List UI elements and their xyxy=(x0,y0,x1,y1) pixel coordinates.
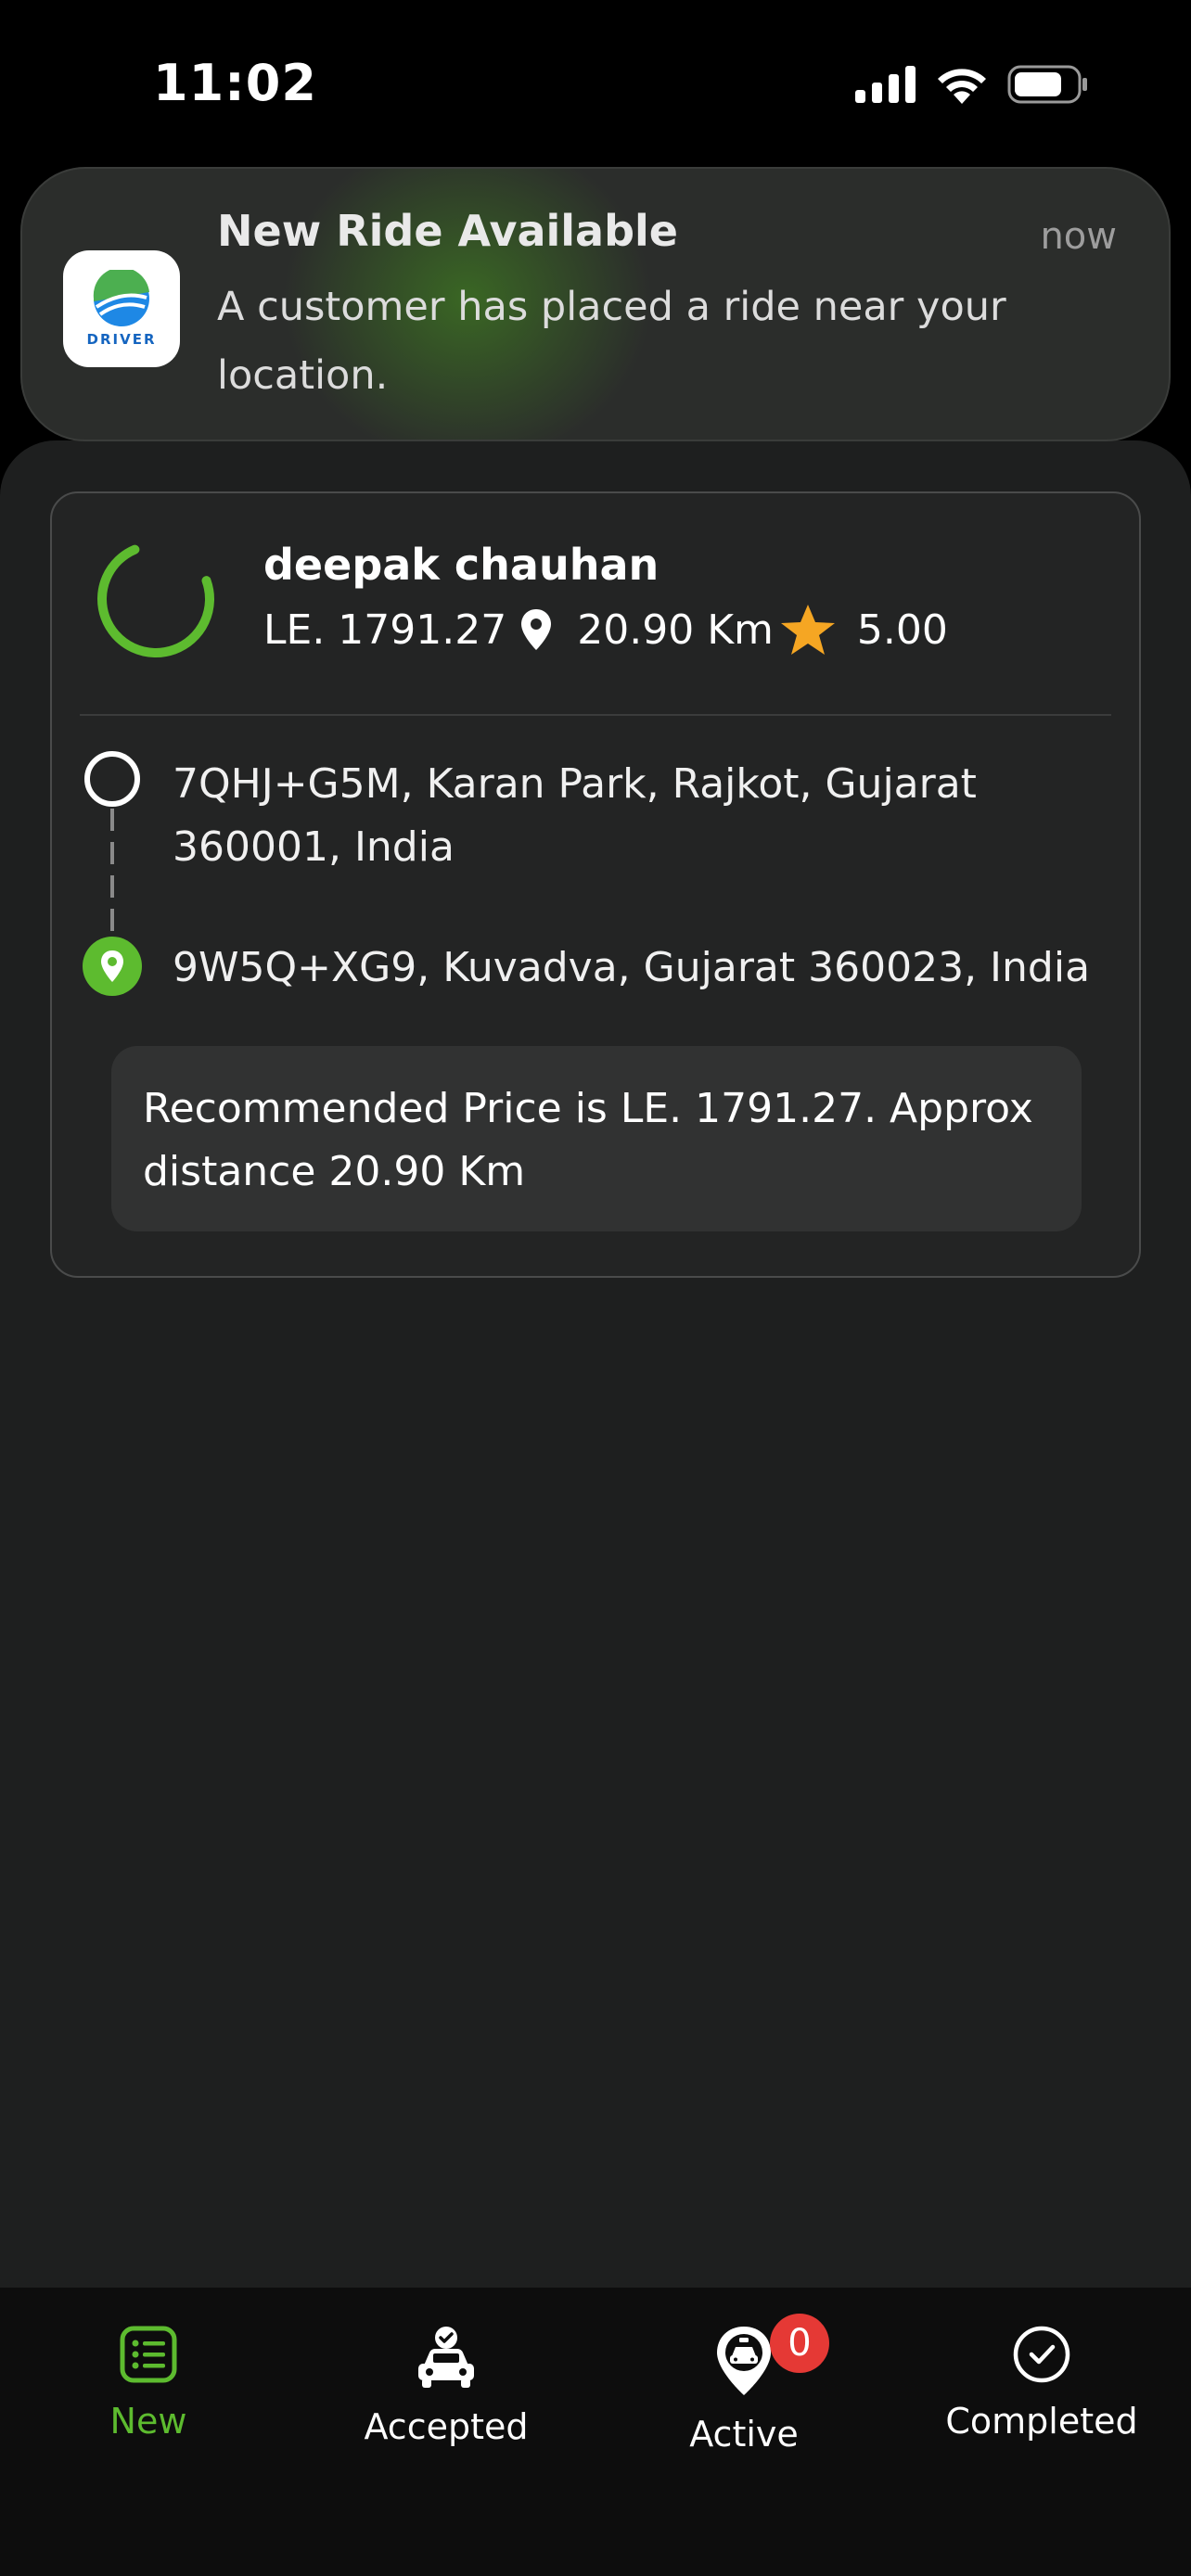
nav-item-accepted[interactable]: Accepted xyxy=(307,2325,585,2447)
status-time: 11:02 xyxy=(153,54,317,112)
car-check-icon xyxy=(418,2327,474,2388)
dropoff-address: 9W5Q+XG9, Kuvadva, Gujarat 360023, India xyxy=(173,944,1091,991)
nav-label-accepted: Accepted xyxy=(364,2406,529,2447)
nav-item-active[interactable]: 0 Active xyxy=(605,2314,883,2455)
pickup-marker-icon xyxy=(84,751,140,807)
price-recommendation-text: Recommended Price is LE. 1791.27. Approx… xyxy=(143,1085,1033,1195)
cellular-signal-icon xyxy=(855,66,916,103)
nav-label-active: Active xyxy=(689,2414,799,2455)
driver-app-icon: DRIVER xyxy=(63,250,180,367)
notification-body: A customer has placed a ride near your l… xyxy=(217,284,1006,399)
card-divider xyxy=(80,714,1111,716)
rider-name: deepak chauhan xyxy=(263,540,660,590)
location-pin-icon xyxy=(521,609,552,650)
ride-notification[interactable]: DRIVER New Ride Available A customer has… xyxy=(20,167,1171,441)
ride-meta: LE. 1791.27 20.90 Km 5.00 xyxy=(263,603,948,657)
bottom-navigation: New Accepted 0 Active Completed xyxy=(0,2288,1191,2576)
nav-item-new[interactable]: New xyxy=(9,2325,288,2442)
pickup-address: 7QHJ+G5M, Karan Park, Rajkot, Gujarat 36… xyxy=(173,760,977,871)
status-bar: 11:02 xyxy=(0,0,1191,158)
loading-spinner-icon xyxy=(97,541,214,657)
ride-distance: 20.90 Km xyxy=(577,606,774,654)
status-icons xyxy=(855,65,1089,104)
nav-item-completed[interactable]: Completed xyxy=(903,2325,1181,2442)
ride-request-card[interactable]: deepak chauhan LE. 1791.27 20.90 Km 5.00… xyxy=(50,491,1141,1278)
nav-label-completed: Completed xyxy=(945,2401,1138,2442)
battery-icon xyxy=(1007,65,1087,104)
ride-price: LE. 1791.27 xyxy=(263,606,507,654)
taxi-pin-icon xyxy=(717,2327,771,2395)
price-recommendation-box: Recommended Price is LE. 1791.27. Approx… xyxy=(111,1046,1082,1231)
wifi-icon xyxy=(938,69,986,104)
rider-rating: 5.00 xyxy=(856,606,948,654)
route-dashed-line xyxy=(110,809,114,948)
list-icon xyxy=(120,2326,177,2383)
active-count-badge: 0 xyxy=(770,2314,829,2373)
notification-title: New Ride Available xyxy=(217,206,678,256)
nav-label-new: New xyxy=(109,2401,187,2442)
star-icon xyxy=(780,605,835,655)
dropoff-pin-icon xyxy=(101,950,123,982)
driver-logo-icon xyxy=(93,270,149,326)
app-brand-label: DRIVER xyxy=(86,331,157,348)
check-circle-icon xyxy=(1013,2326,1070,2383)
dropoff-marker xyxy=(83,937,142,996)
notification-time: now xyxy=(1040,215,1117,258)
